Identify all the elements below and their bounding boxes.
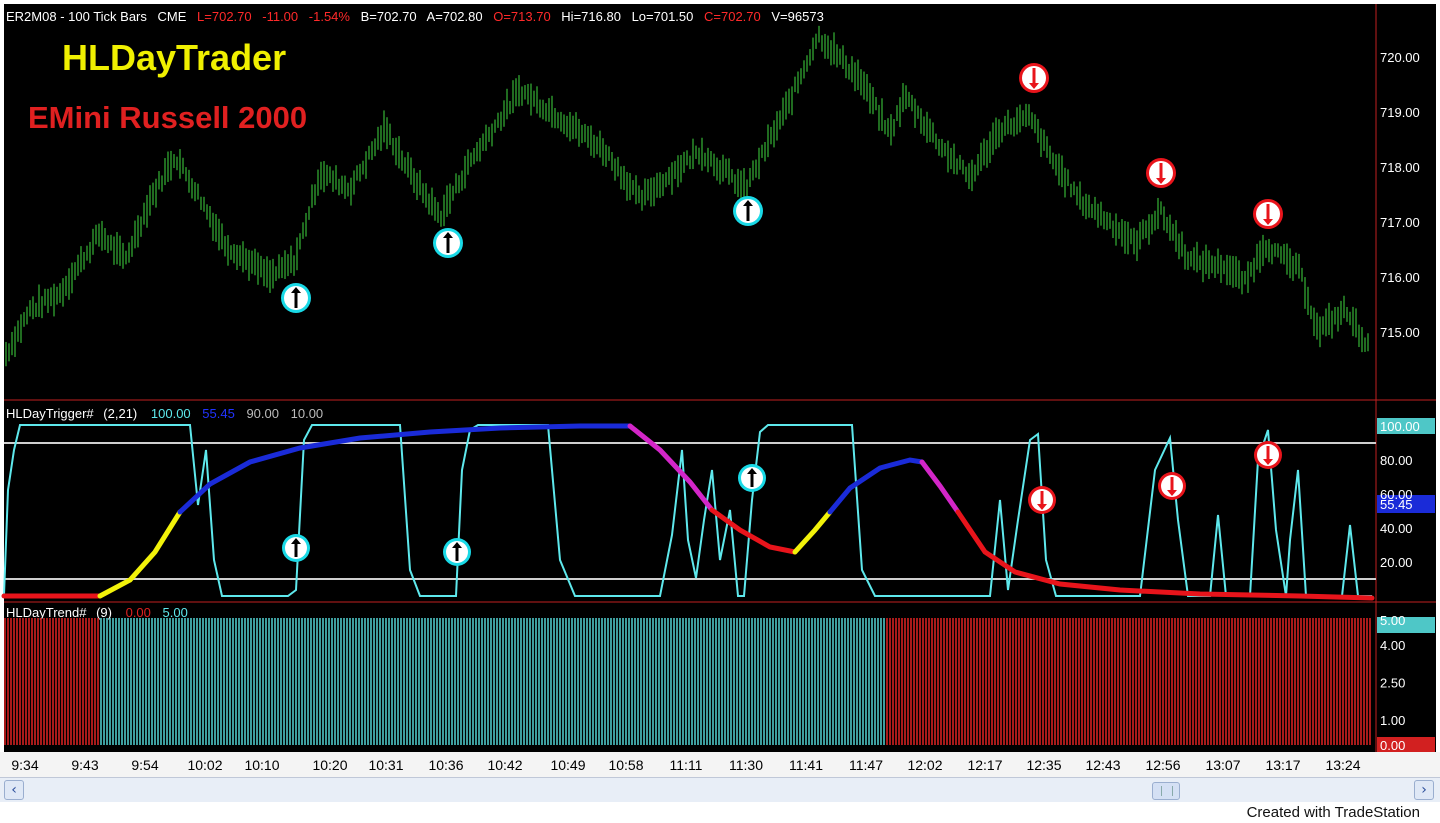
trend-value-1: 0.00 bbox=[126, 605, 151, 620]
header-net-change: -11.00 bbox=[262, 9, 298, 24]
time-tick-label: 10:31 bbox=[368, 757, 403, 773]
trend-name: HLDayTrend# bbox=[6, 605, 87, 620]
up-arrow-circle-icon bbox=[738, 464, 766, 492]
instrument-title: EMini Russell 2000 bbox=[28, 100, 307, 135]
header-bid: B=702.70 bbox=[361, 9, 417, 24]
price-tick-label: 716.00 bbox=[1380, 270, 1420, 285]
trigger-params: (2,21) bbox=[103, 406, 137, 421]
trend-value-2: 5.00 bbox=[163, 605, 188, 620]
trend-tick-label: 0.00 bbox=[1380, 738, 1405, 753]
up-arrow-circle-icon bbox=[733, 196, 763, 226]
header-last: L=702.70 bbox=[197, 9, 252, 24]
time-tick-label: 12:35 bbox=[1026, 757, 1061, 773]
time-tick-label: 11:30 bbox=[729, 757, 763, 773]
time-tick-label: 10:49 bbox=[550, 757, 585, 773]
time-tick-label: 10:20 bbox=[312, 757, 347, 773]
header-exchange: CME bbox=[158, 9, 187, 24]
up-arrow-circle-icon bbox=[433, 228, 463, 258]
grip-icon bbox=[1161, 786, 1173, 796]
brand-title: HLDayTrader bbox=[62, 37, 286, 78]
time-tick-label: 9:43 bbox=[71, 757, 98, 773]
time-tick-label: 9:54 bbox=[131, 757, 158, 773]
down-arrow-circle-icon bbox=[1253, 199, 1283, 229]
time-tick-label: 10:58 bbox=[608, 757, 643, 773]
trend-params: (9) bbox=[96, 605, 112, 620]
time-tick-label: 13:17 bbox=[1265, 757, 1300, 773]
time-axis: 9:34 9:43 9:54 10:02 10:10 10:20 10:31 10:36 10:… bbox=[11, 757, 1360, 773]
price-tick-label: 717.00 bbox=[1380, 215, 1420, 230]
footer-credit: Created with TradeStation bbox=[1246, 804, 1420, 821]
time-tick-label: 12:43 bbox=[1085, 757, 1120, 773]
header-ask: A=702.80 bbox=[427, 9, 483, 24]
time-tick-label: 12:56 bbox=[1145, 757, 1180, 773]
header-open: O=713.70 bbox=[493, 9, 550, 24]
time-tick-label: 12:17 bbox=[967, 757, 1002, 773]
price-tick-label: 718.00 bbox=[1380, 160, 1420, 175]
time-tick-label: 10:02 bbox=[187, 757, 222, 773]
trigger-panel-label: HLDayTrigger# (2,21) 100.00 55.45 90.00 … bbox=[6, 406, 323, 421]
time-tick-label: 11:47 bbox=[849, 757, 883, 773]
header-symbol: ER2M08 - 100 Tick Bars bbox=[6, 9, 147, 24]
trigger-tick-label: 60.00 bbox=[1380, 487, 1413, 502]
up-arrow-circle-icon bbox=[282, 534, 310, 562]
trend-tick-label: 4.00 bbox=[1380, 638, 1405, 653]
trigger-tick-label: 100.00 bbox=[1380, 419, 1420, 434]
chart-canvas[interactable]: ER2M08 - 100 Tick Bars CME L=702.70 -11.… bbox=[0, 0, 1440, 777]
header-low: Lo=701.50 bbox=[632, 9, 694, 24]
time-tick-label: 13:07 bbox=[1205, 757, 1240, 773]
header-close: C=702.70 bbox=[704, 9, 761, 24]
trigger-value-2: 55.45 bbox=[202, 406, 235, 421]
down-arrow-circle-icon bbox=[1254, 441, 1282, 469]
header-volume: V=96573 bbox=[771, 9, 823, 24]
down-arrow-circle-icon bbox=[1019, 63, 1049, 93]
header-pct-change: -1.54% bbox=[309, 9, 351, 24]
time-tick-label: 13:24 bbox=[1325, 757, 1360, 773]
trend-tick-label: 5.00 bbox=[1380, 613, 1405, 628]
price-tick-label: 719.00 bbox=[1380, 105, 1420, 120]
scroll-track[interactable] bbox=[28, 782, 1410, 800]
trend-tick-label: 2.50 bbox=[1380, 676, 1405, 691]
horizontal-scrollbar[interactable]: ‹ › bbox=[0, 777, 1440, 802]
trigger-value-3: 90.00 bbox=[246, 406, 279, 421]
time-tick-label: 11:11 bbox=[670, 757, 703, 773]
trigger-name: HLDayTrigger# bbox=[6, 406, 94, 421]
time-tick-label: 9:34 bbox=[11, 757, 38, 773]
chevron-right-icon[interactable]: › bbox=[1414, 780, 1434, 800]
time-tick-label: 10:10 bbox=[244, 757, 279, 773]
time-tick-label: 10:42 bbox=[487, 757, 522, 773]
down-arrow-circle-icon bbox=[1028, 486, 1056, 514]
up-arrow-circle-icon bbox=[281, 283, 311, 313]
scroll-thumb[interactable] bbox=[1152, 782, 1180, 800]
time-tick-label: 11:41 bbox=[789, 757, 823, 773]
price-tick-label: 715.00 bbox=[1380, 325, 1420, 340]
trigger-tick-label: 40.00 bbox=[1380, 521, 1413, 536]
up-arrow-circle-icon bbox=[443, 538, 471, 566]
trigger-value-4: 10.00 bbox=[291, 406, 324, 421]
price-tick-label: 720.00 bbox=[1380, 50, 1420, 65]
chevron-left-icon[interactable]: ‹ bbox=[4, 780, 24, 800]
time-tick-label: 10:36 bbox=[428, 757, 463, 773]
trigger-tick-label: 80.00 bbox=[1380, 453, 1413, 468]
down-arrow-circle-icon bbox=[1146, 158, 1176, 188]
tradestation-chart-window: ER2M08 - 100 Tick Bars CME L=702.70 -11.… bbox=[0, 0, 1440, 823]
header-high: Hi=716.80 bbox=[561, 9, 621, 24]
down-arrow-circle-icon bbox=[1158, 472, 1186, 500]
trend-tick-label: 1.00 bbox=[1380, 713, 1405, 728]
time-tick-label: 12:02 bbox=[907, 757, 942, 773]
trigger-value-1: 100.00 bbox=[151, 406, 191, 421]
trigger-tick-label: 20.00 bbox=[1380, 555, 1413, 570]
